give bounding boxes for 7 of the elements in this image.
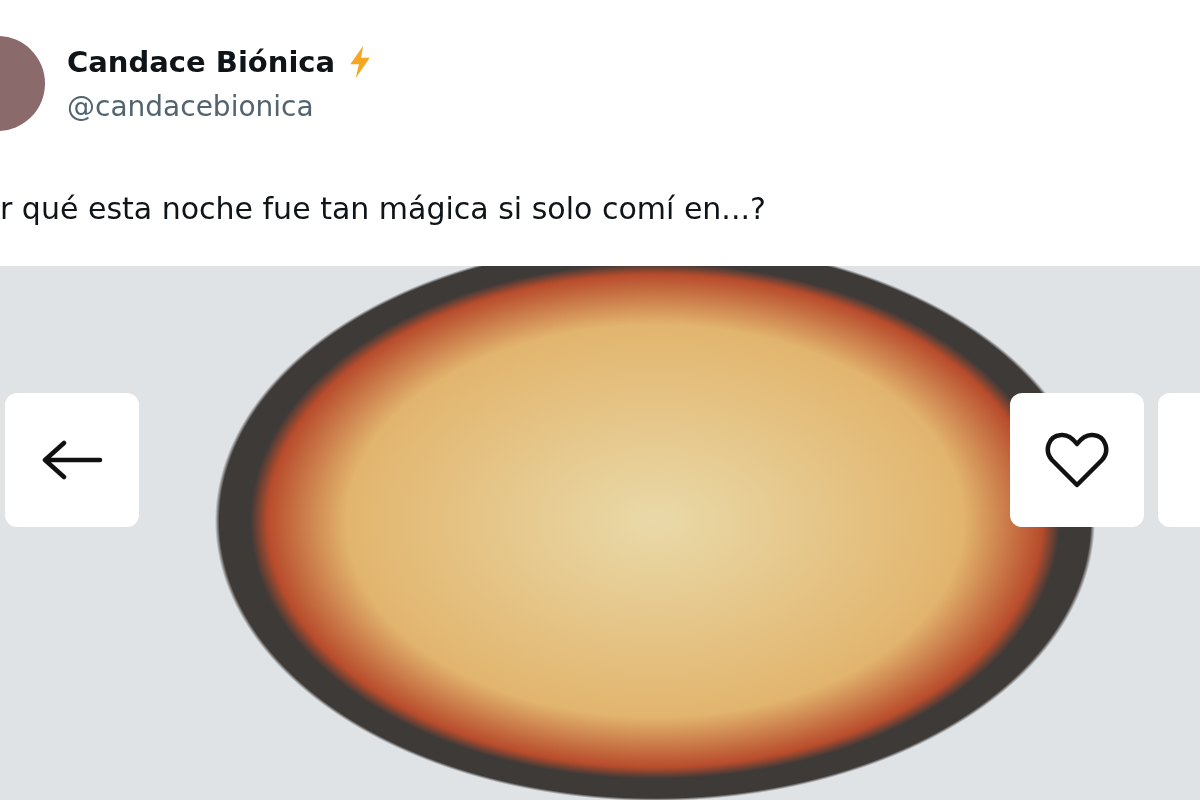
- author-name[interactable]: Candace Biónica: [67, 44, 336, 79]
- tweet-text: r qué esta noche fue tan mágica si solo comí en...?: [0, 189, 766, 228]
- heart-icon: [1044, 431, 1110, 489]
- author-handle[interactable]: @candacebionica: [67, 89, 374, 123]
- previous-button[interactable]: [5, 393, 139, 527]
- left-arrow-icon: [40, 440, 104, 480]
- like-button[interactable]: [1010, 393, 1144, 527]
